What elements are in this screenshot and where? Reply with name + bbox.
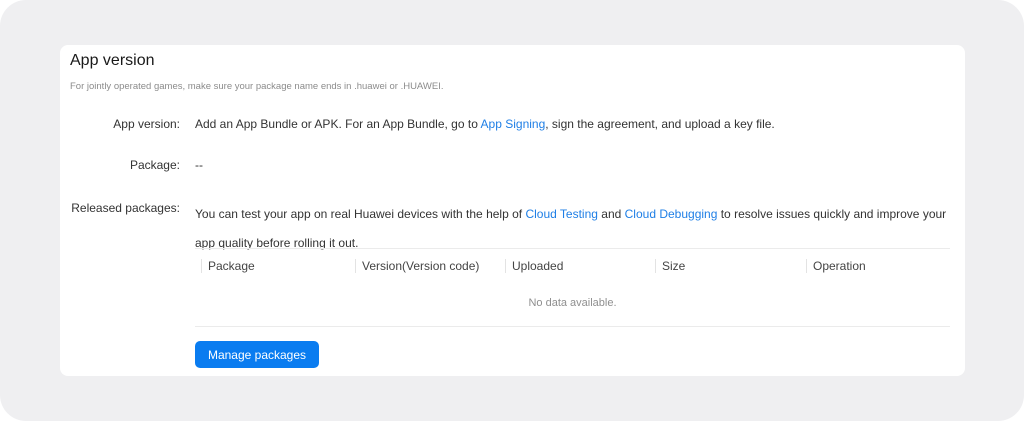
app-version-text: Add an App Bundle or APK. For an App Bun… xyxy=(195,117,775,131)
released-packages-label: Released packages: xyxy=(71,201,180,215)
column-header-version: Version(Version code) xyxy=(355,259,479,273)
app-version-text-before: Add an App Bundle or APK. For an App Bun… xyxy=(195,117,481,131)
released-text-1: You can test your app on real Huawei dev… xyxy=(195,207,526,221)
app-version-label: App version: xyxy=(113,117,180,131)
package-label: Package: xyxy=(129,158,180,172)
app-signing-link[interactable]: App Signing xyxy=(481,117,546,131)
column-header-size: Size xyxy=(655,259,685,273)
released-text-2: and xyxy=(597,207,625,221)
cloud-testing-link[interactable]: Cloud Testing xyxy=(525,207,598,221)
package-value: -- xyxy=(195,158,203,172)
section-subtitle: For jointly operated games, make sure yo… xyxy=(70,81,444,92)
manage-packages-button[interactable]: Manage packages xyxy=(195,341,319,368)
column-header-package: Package xyxy=(201,259,255,273)
packages-table: Package Version(Version code) Uploaded S… xyxy=(195,248,950,327)
table-empty-message: No data available. xyxy=(528,297,617,309)
cloud-debugging-link[interactable]: Cloud Debugging xyxy=(625,207,718,221)
section-title: App version xyxy=(70,52,155,69)
column-header-uploaded: Uploaded xyxy=(505,259,563,273)
app-version-card: App version For jointly operated games, … xyxy=(60,45,965,376)
page-background: App version For jointly operated games, … xyxy=(0,0,1024,421)
app-version-text-after: , sign the agreement, and upload a key f… xyxy=(545,117,775,131)
column-header-operation: Operation xyxy=(806,259,866,273)
